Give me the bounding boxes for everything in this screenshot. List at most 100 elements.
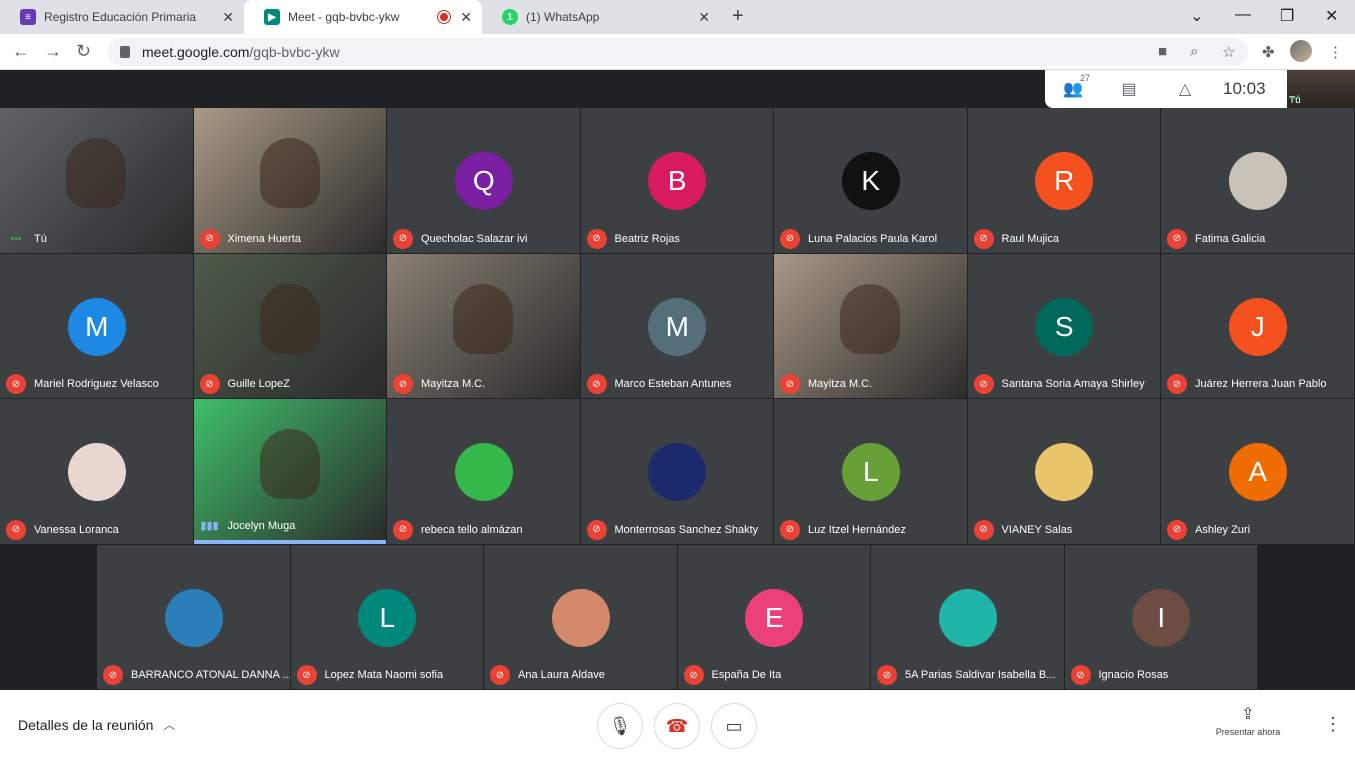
forward-icon[interactable]: → (44, 41, 62, 62)
close-window-icon[interactable]: ✕ (1325, 6, 1338, 26)
participant-tile[interactable]: K ⊘ Luna Palacios Paula Karol (774, 108, 967, 253)
present-now-button[interactable]: ⇪ Presentar ahora (1205, 704, 1291, 737)
participant-tile[interactable]: ⊘ VIANEY Salas (967, 399, 1160, 544)
participant-tile[interactable]: ⊘ BARRANCO ATONAL DANNA ... (97, 544, 290, 689)
avatar: Q (454, 152, 513, 210)
meeting-details-button[interactable]: Detalles de la reunión ︿ (18, 716, 175, 733)
participant-tile[interactable]: ⊘ Ximena Huerta (193, 108, 386, 253)
participant-tile[interactable]: R ⊘ Raul Mujica (967, 108, 1160, 253)
more-options-icon[interactable]: ⋮ (1324, 714, 1342, 735)
mic-off-icon: ⊘ (586, 519, 607, 540)
extensions-icon[interactable]: ✤ (1262, 43, 1275, 61)
forms-icon: ≡ (20, 9, 36, 25)
participant-label: ⊘ Mayitza M.C. (780, 374, 872, 394)
participant-tile[interactable]: ⊘ Fatima Galicia (1161, 108, 1354, 253)
self-view-thumbnail[interactable]: Tú ••• (1287, 70, 1355, 108)
close-tab-icon[interactable]: ✕ (698, 9, 710, 26)
tab-registro[interactable]: ≡ Registro Educación Primaria ✕ (0, 0, 244, 34)
profile-photo (551, 588, 610, 647)
participant-name: rebeca tello almázan (421, 523, 523, 536)
address-bar[interactable]: meet.google.com/gqb-bvbc-ykw (108, 38, 1248, 66)
participant-tile[interactable]: ▮▮▮ Jocelyn Muga (193, 399, 386, 544)
participant-name: España De Ita (711, 669, 782, 681)
participant-tile[interactable]: ⊘ Mayitza M.C. (774, 253, 967, 398)
new-tab-icon[interactable]: + (732, 5, 744, 28)
participant-grid: ••• Tú ⊘ Ximena Huerta Q ⊘ Quecholac Salazar i… (0, 108, 1355, 690)
participant-tile[interactable]: L ⊘ Luz Itzel Hernández (774, 399, 967, 544)
tab-whatsapp[interactable]: 1 (1) WhatsApp ✕ (482, 0, 720, 34)
camera-icon[interactable]: ■ (1158, 43, 1167, 60)
participant-name: BARRANCO ATONAL DANNA ... (131, 669, 290, 681)
participant-label: ⊘ Mayitza M.C. (393, 374, 485, 394)
details-label: Detalles de la reunión (18, 716, 154, 733)
browser-toolbar: ← → ↻ meet.google.com/gqb-bvbc-ykw ■ ⌕ ☆… (0, 34, 1355, 70)
back-icon[interactable]: ← (12, 41, 30, 62)
participant-name: 5A Parias Saldivar Isabella B... (905, 669, 1056, 681)
participant-tile[interactable]: I ⊘ Ignacio Rosas (1064, 544, 1257, 689)
participant-tile[interactable]: ⊘ Monterrosas Sanchez Shakty (580, 399, 773, 544)
url-path: /gqb-bvbc-ykw (249, 44, 340, 60)
microphone-button[interactable]: 🎙 (597, 703, 643, 749)
participant-tile[interactable]: Q ⊘ Quecholac Salazar ivi (387, 108, 580, 253)
participant-label: ⊘ Ximena Huerta (199, 228, 301, 249)
participant-tile[interactable]: J ⊘ Juárez Herrera Juan Pablo (1161, 253, 1354, 398)
chat-icon[interactable]: ▤ (1101, 79, 1157, 99)
participant-name: Juárez Herrera Juan Pablo (1195, 378, 1327, 390)
hang-up-button[interactable]: ☎ (654, 703, 700, 749)
participant-name: VIANEY Salas (1001, 523, 1073, 536)
participant-label: ⊘ España De Ita (683, 665, 782, 685)
participant-name: Santana Soria Amaya Shirley (1001, 378, 1145, 390)
reload-icon[interactable]: ↻ (76, 41, 91, 62)
avatar: M (648, 297, 707, 356)
participant-name: Ximena Huerta (227, 232, 301, 245)
mic-off-icon: ⊘ (199, 374, 220, 394)
tab-search-icon[interactable]: ⌄ (1190, 6, 1203, 26)
chevron-up-icon: ︿ (163, 718, 176, 732)
participant-tile[interactable]: ••• Tú (0, 108, 193, 253)
participant-tile[interactable]: M ⊘ Marco Esteban Antunes (580, 253, 773, 398)
participant-label: ⊘ Guille LopeZ (199, 374, 290, 394)
close-tab-icon[interactable]: ✕ (460, 9, 472, 26)
participant-name: Guille LopeZ (227, 378, 290, 390)
mic-off-icon: ⊘ (393, 374, 413, 394)
mic-off-icon: ⊘ (490, 665, 510, 685)
zoom-icon[interactable]: ⌕ (1190, 43, 1198, 60)
video-feed (840, 283, 901, 354)
star-icon[interactable]: ☆ (1222, 43, 1235, 61)
participant-tile[interactable]: B ⊘ Beatriz Rojas (580, 108, 773, 253)
participant-tile[interactable]: ⊘ Guille LopeZ (193, 253, 386, 398)
participant-label: ⊘ Beatriz Rojas (586, 228, 680, 249)
participant-tile[interactable]: ⊘ Mayitza M.C. (387, 253, 580, 398)
people-icon[interactable]: 👥 27 (1045, 73, 1101, 99)
participant-tile[interactable]: S ⊘ Santana Soria Amaya Shirley (967, 253, 1160, 398)
audio-indicator-icon: ••• (1289, 93, 1300, 104)
participant-label: ▮▮▮ Jocelyn Muga (200, 516, 296, 536)
participant-tile[interactable]: ⊘ 5A Parias Saldivar Isabella B... (871, 544, 1064, 689)
participant-tile[interactable]: ⊘ Vanessa Loranca (0, 399, 193, 544)
activities-icon[interactable]: △ (1157, 79, 1213, 99)
participant-name: Mayitza M.C. (808, 378, 873, 390)
avatar: B (648, 152, 707, 210)
participant-label: ⊘ Ana Laura Aldave (490, 665, 605, 685)
participant-tile[interactable]: ⊘ Ana Laura Aldave (484, 544, 677, 689)
mic-off-icon: ⊘ (973, 374, 994, 394)
participant-tile[interactable]: ⊘ rebeca tello almázan (387, 399, 580, 544)
minimize-icon[interactable]: — (1235, 6, 1251, 24)
profile-avatar[interactable] (1290, 40, 1312, 62)
participant-tile[interactable]: M ⊘ Mariel Rodriguez Velasco (0, 253, 193, 398)
restore-icon[interactable]: ❐ (1280, 6, 1294, 26)
menu-icon[interactable]: ⋮ (1328, 43, 1343, 61)
mic-off-icon: ⊘ (683, 665, 704, 685)
participant-label: ⊘ Lopez Mata Naomi sofia (296, 665, 443, 685)
participant-name: Jocelyn Muga (227, 519, 296, 532)
participant-tile[interactable]: A ⊘ Ashley Zuri (1161, 399, 1354, 544)
profile-photo (454, 443, 513, 501)
avatar: M (67, 297, 126, 356)
participant-tile[interactable]: L ⊘ Lopez Mata Naomi sofia (290, 544, 483, 689)
avatar: K (841, 152, 900, 210)
camera-button[interactable]: ▭ (711, 703, 757, 749)
participant-label: ⊘ VIANEY Salas (973, 519, 1073, 540)
tab-meet[interactable]: ▶ Meet - gqb-bvbc-ykw ✕ (244, 0, 482, 34)
close-tab-icon[interactable]: ✕ (222, 9, 234, 26)
participant-tile[interactable]: E ⊘ España De Ita (677, 544, 870, 689)
